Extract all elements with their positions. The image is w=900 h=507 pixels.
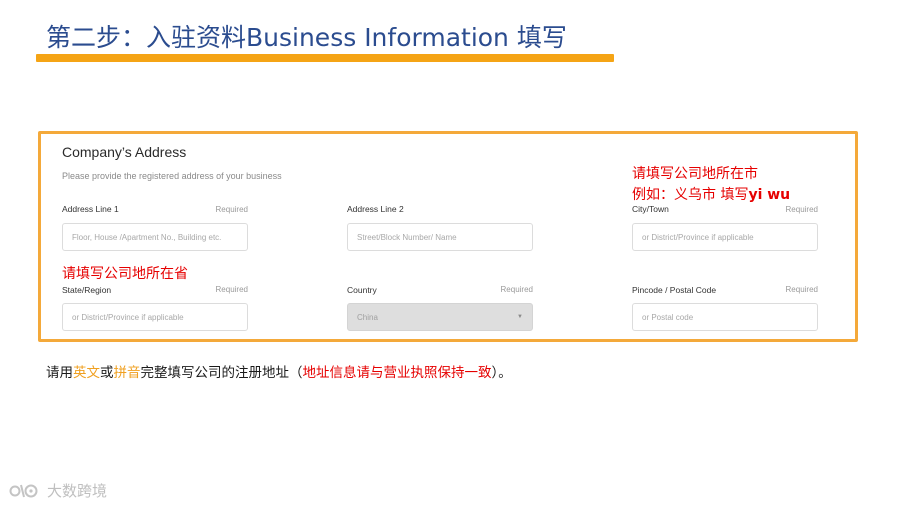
state-input[interactable] xyxy=(62,303,248,331)
country-required: Required xyxy=(500,285,533,294)
chevron-down-icon: ▼ xyxy=(517,314,523,320)
slide-title: 第二步：入驻资料Business Information 填写 xyxy=(46,23,567,52)
city-required: Required xyxy=(785,205,818,214)
title-underline-bar xyxy=(36,54,614,62)
note-part-1: 请用 xyxy=(46,365,73,381)
pincode-label: Pincode / Postal Code xyxy=(632,285,717,295)
brand-logo-icon xyxy=(9,484,38,497)
note-highlight-license: 地址信息请与营业执照保持一致 xyxy=(302,365,492,381)
country-label: Country xyxy=(347,285,377,295)
note-part-2: 或 xyxy=(100,365,114,381)
country-select[interactable]: China ▼ xyxy=(347,303,533,331)
city-annotation-line2: 例如：义乌市 填写yi wu xyxy=(632,184,790,204)
state-required: Required xyxy=(215,285,248,294)
note-part-3: 完整填写公司的注册地址（ xyxy=(140,365,303,381)
note-highlight-english: 英文 xyxy=(73,365,100,381)
address-line2-label: Address Line 2 xyxy=(347,204,404,214)
watermark-text: 大数跨境 xyxy=(47,482,108,500)
section-title: Company’s Address xyxy=(62,144,187,160)
city-annotation-pinyin: yi wu xyxy=(748,187,791,203)
pincode-required: Required xyxy=(785,285,818,294)
country-selected-value: China xyxy=(357,312,378,322)
section-description: Please provide the registered address of… xyxy=(62,171,282,181)
city-label: City/Town xyxy=(632,204,669,214)
instruction-note: 请用英文或拼音完整填写公司的注册地址（地址信息请与营业执照保持一致）。 xyxy=(46,361,512,381)
address-line1-required: Required xyxy=(215,205,248,214)
note-highlight-pinyin: 拼音 xyxy=(113,365,141,381)
city-annotation-line1: 请填写公司地所在市 xyxy=(632,166,758,182)
state-annotation: 请填写公司地所在省 xyxy=(62,266,188,282)
note-part-4: ）。 xyxy=(491,365,512,381)
state-label: State/Region xyxy=(62,285,112,295)
address-line1-label: Address Line 1 xyxy=(62,204,119,214)
pincode-input[interactable] xyxy=(632,303,818,331)
address-line1-input[interactable] xyxy=(62,223,248,251)
watermark: 大数跨境 xyxy=(9,480,107,501)
city-annotation-example: 例如：义乌市 填写 xyxy=(632,187,749,203)
address-line2-input[interactable] xyxy=(347,223,533,251)
city-input[interactable] xyxy=(632,223,818,251)
